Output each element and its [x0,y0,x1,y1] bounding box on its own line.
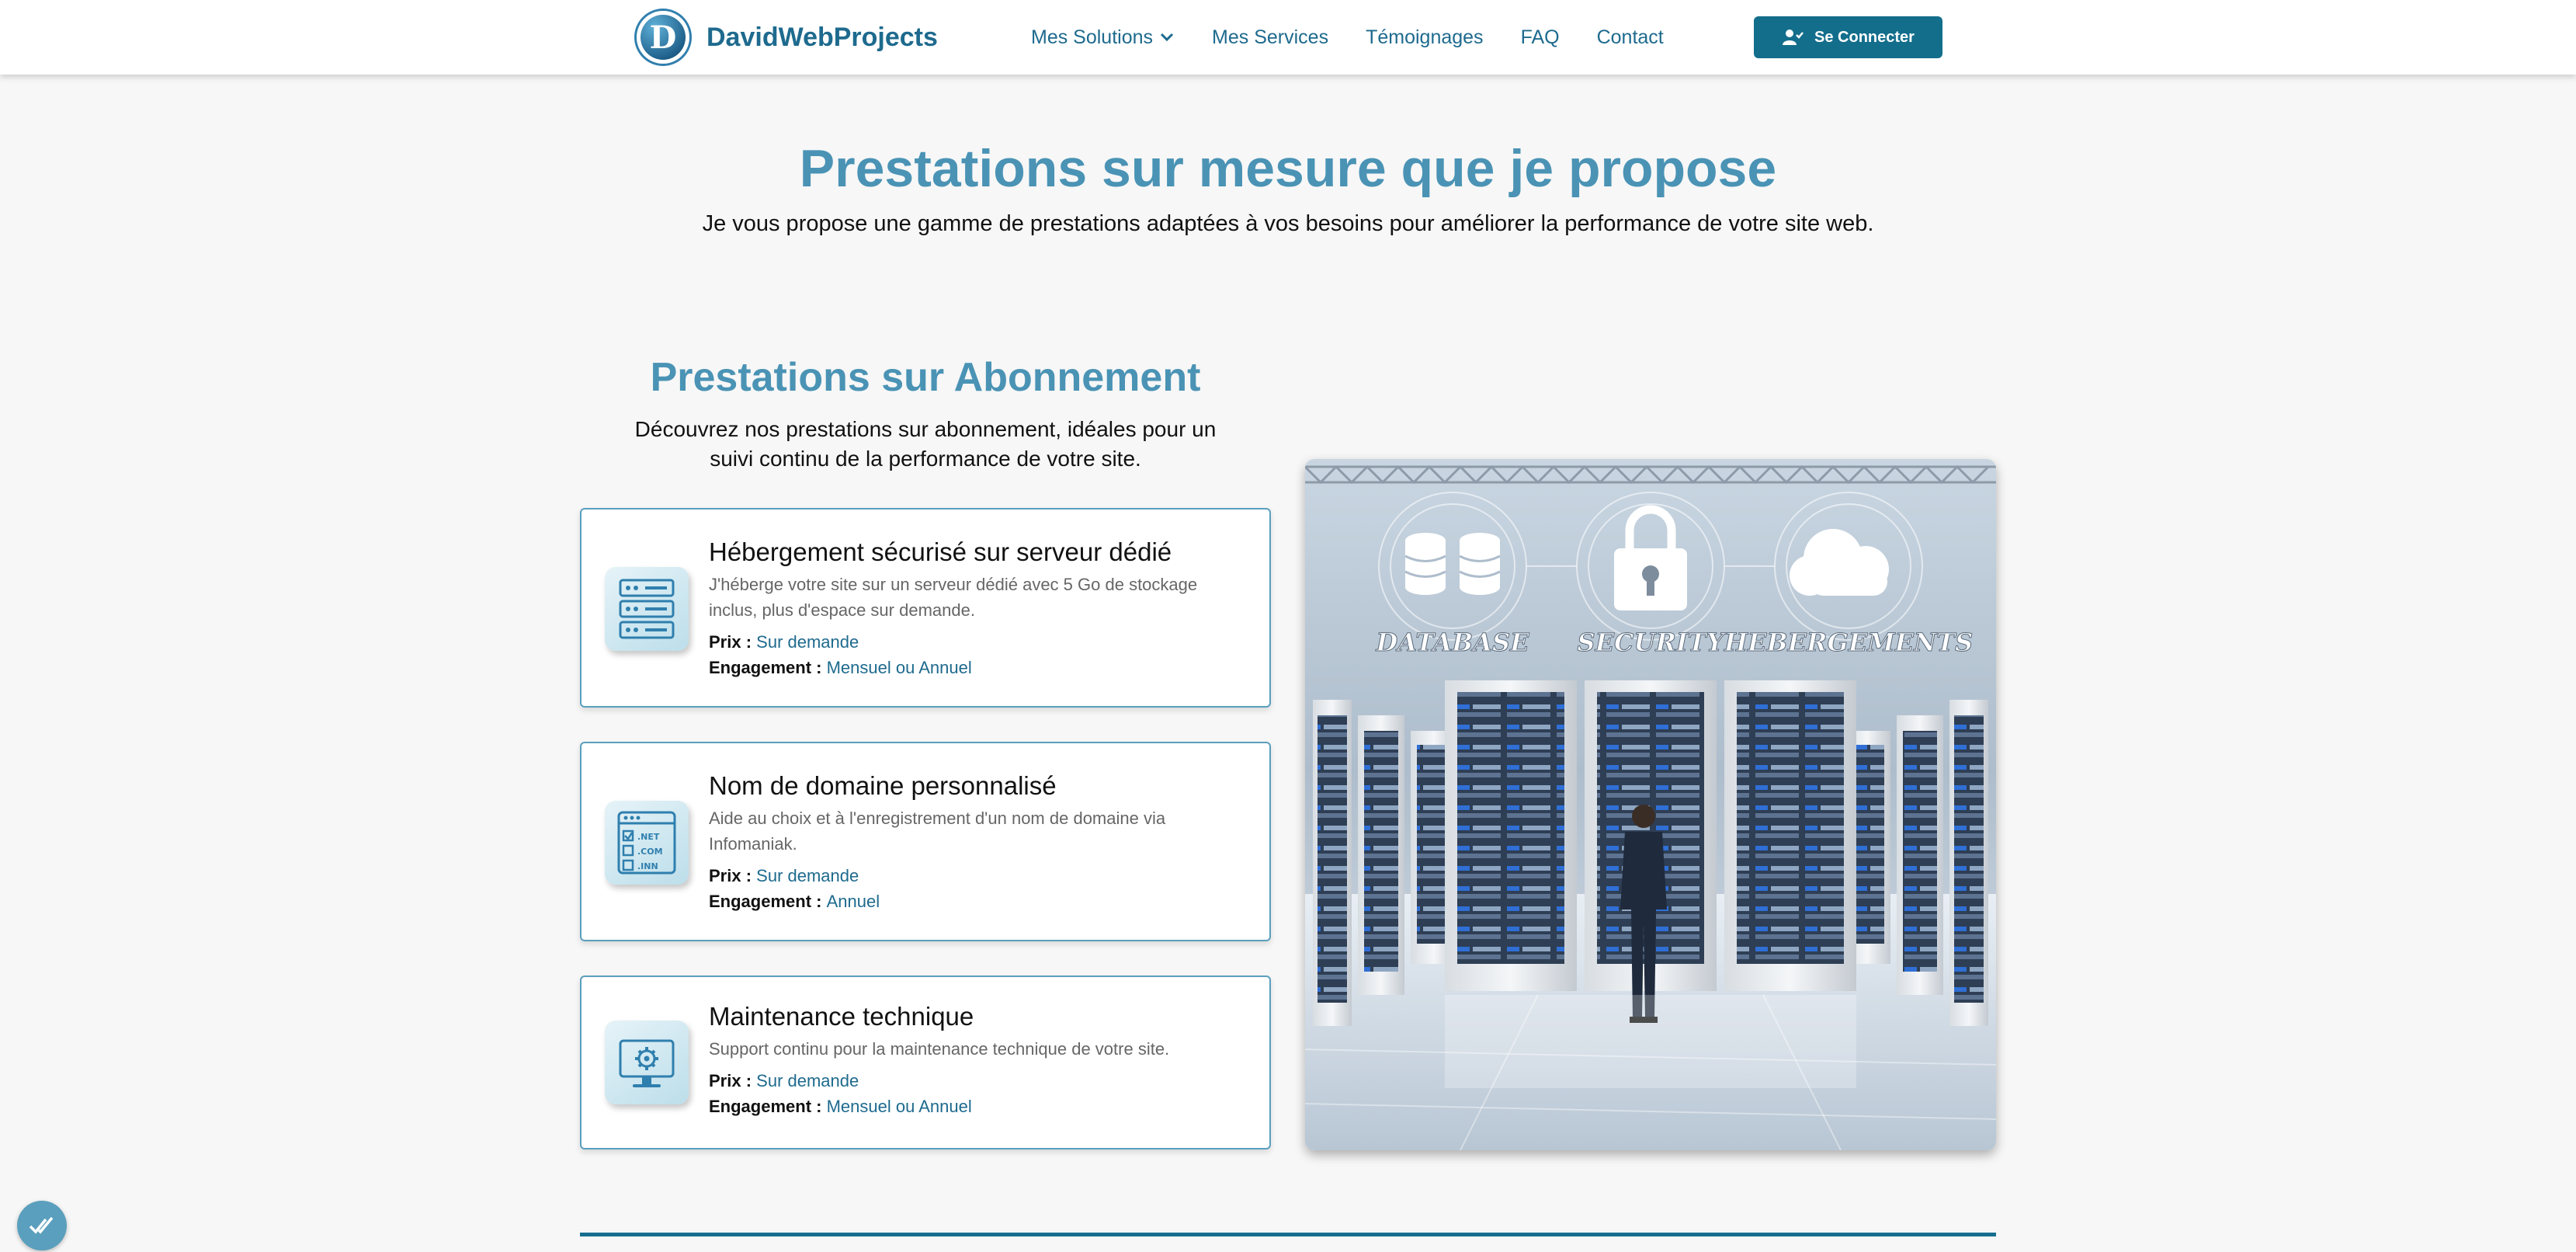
domain-list-icon: .NET .COM .INN [605,801,689,885]
monitor-gear-icon [605,1021,689,1104]
card-price-row: Prix : Sur demande [709,629,1246,655]
engagement-label: Engagement : [709,892,822,911]
datacenter-illustration: DATABASE SECURITY HEBERGEMENTS [1305,459,1996,1150]
engagement-value: Mensuel ou Annuel [826,1097,972,1116]
service-card-hosting: Hébergement sécurisé sur serveur dédié J… [580,508,1271,708]
illustration-label-hebergements: HEBERGEMENTS [1724,628,1973,657]
card-description: Support continu pour la maintenance tech… [709,1039,1170,1059]
nav-link-faq[interactable]: FAQ [1521,26,1560,49]
login-button[interactable]: Se Connecter [1754,16,1942,58]
engagement-value: Mensuel ou Annuel [826,658,972,677]
floating-action-button[interactable] [17,1201,67,1250]
card-engagement-row: Engagement : Mensuel ou Annuel [709,655,1246,680]
nav-link-mes-solutions[interactable]: Mes Solutions [1031,26,1175,49]
price-label: Prix : [709,866,752,885]
price-value: Sur demande [756,1071,859,1090]
nav-link-mes-services[interactable]: Mes Services [1212,26,1328,49]
chevron-down-icon [1160,33,1174,42]
navbar: D DavidWebProjects Mes Solutions Mes Ser… [0,0,2576,75]
card-body: Maintenance technique Support continu po… [709,1000,1246,1119]
price-label: Prix : [709,632,752,652]
main-nav: Mes Solutions Mes Services Témoignages F… [1031,0,1664,75]
section-title: Prestations sur Abonnement [650,355,1201,400]
brand[interactable]: D DavidWebProjects [637,11,938,64]
double-check-icon [29,1216,54,1234]
price-value: Sur demande [756,866,859,885]
card-description: J'héberge votre site sur un serveur dédi… [709,575,1198,620]
nav-link-contact[interactable]: Contact [1597,26,1664,49]
engagement-label: Engagement : [709,658,822,677]
card-title: Nom de domaine personnalisé [709,771,1057,800]
icon-label-net: .NET [637,832,660,842]
card-price-row: Prix : Sur demande [709,863,1246,889]
nav-link-label: Mes Solutions [1031,26,1154,48]
price-label: Prix : [709,1071,752,1090]
page-subtitle: Je vous propose une gamme de prestations… [702,211,1874,236]
service-card-maintenance: Maintenance technique Support continu po… [580,976,1271,1149]
icon-label-inn: .INN [637,861,658,871]
nav-link-temoignages[interactable]: Témoignages [1366,26,1483,49]
brand-logo-icon[interactable]: D [637,11,689,64]
section-subtitle: Découvrez nos prestations sur abonnement… [634,417,1217,471]
card-price-row: Prix : Sur demande [709,1068,1246,1094]
page-title: Prestations sur mesure que je propose [799,139,1777,198]
section-divider [580,1233,1996,1236]
server-rack-icon [605,567,689,651]
illustration-label-database: DATABASE [1375,628,1529,657]
card-engagement-row: Engagement : Annuel [709,889,1246,914]
user-check-icon [1783,30,1804,45]
card-body: Hébergement sécurisé sur serveur dédié J… [709,536,1246,680]
card-title: Hébergement sécurisé sur serveur dédié [709,537,1172,566]
card-body: Nom de domaine personnalisé Aide au choi… [709,770,1246,914]
illustration-label-security: SECURITY [1577,628,1726,657]
price-value: Sur demande [756,632,859,652]
service-card-domain: .NET .COM .INN Nom de domaine personnali… [580,742,1271,941]
card-engagement-row: Engagement : Mensuel ou Annuel [709,1094,1246,1119]
icon-label-com: .COM [637,847,663,857]
brand-logo-letter: D [649,19,677,56]
card-description: Aide au choix et à l'enregistrement d'un… [709,809,1166,854]
login-label: Se Connecter [1814,28,1915,46]
brand-name[interactable]: DavidWebProjects [706,23,938,53]
engagement-label: Engagement : [709,1097,822,1116]
engagement-value: Annuel [826,892,880,911]
card-title: Maintenance technique [709,1002,974,1031]
